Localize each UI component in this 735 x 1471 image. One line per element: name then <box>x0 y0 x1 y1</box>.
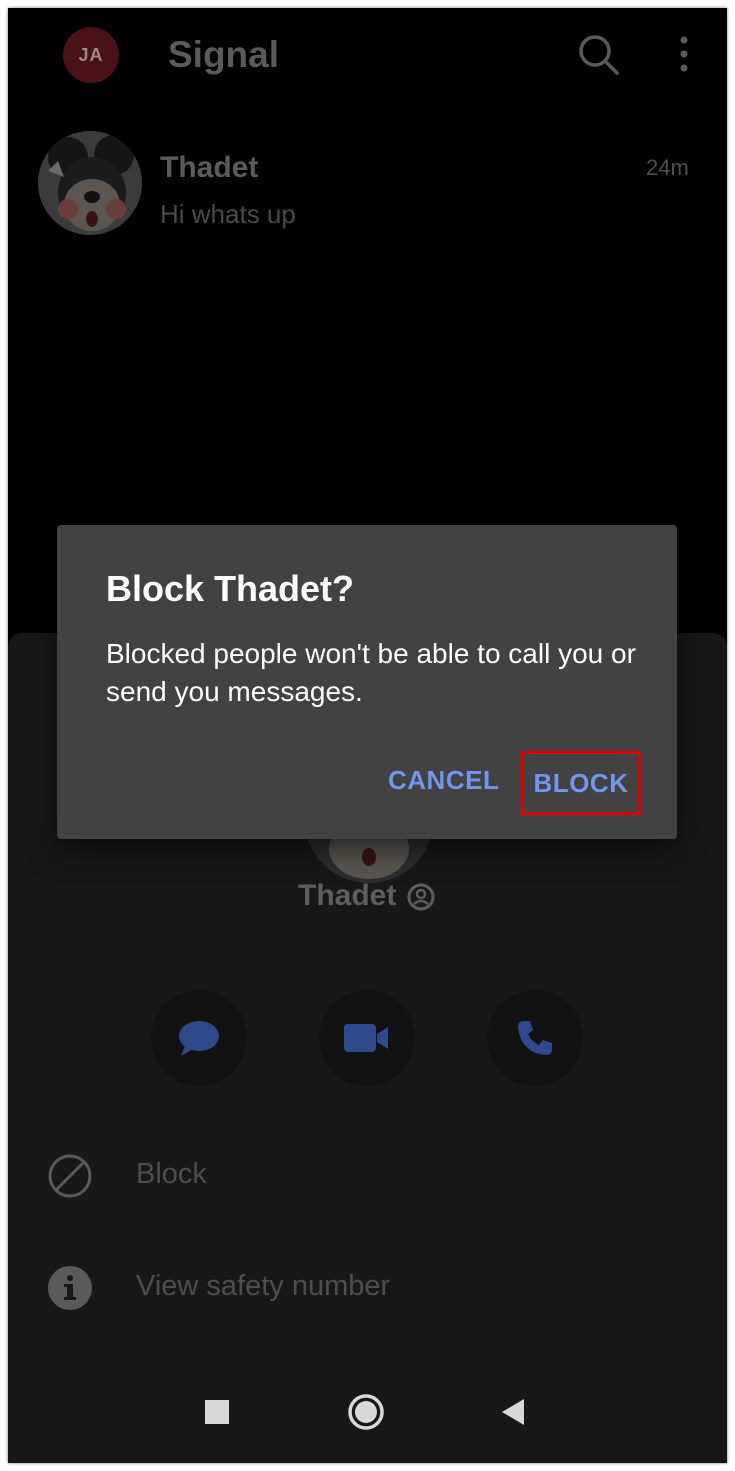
block-menu-item[interactable]: Block <box>8 1136 727 1216</box>
app-bar: JA Signal <box>8 8 727 108</box>
search-button[interactable] <box>574 30 622 78</box>
cancel-button[interactable]: CANCEL <box>388 765 499 796</box>
info-icon <box>46 1264 94 1312</box>
my-avatar[interactable]: JA <box>63 27 119 83</box>
square-icon <box>205 1400 229 1424</box>
back-button[interactable] <box>492 1390 536 1434</box>
phone-icon <box>518 1021 552 1055</box>
phone-screen: JA Signal Thadet Hi whats up 24m Thadet … <box>8 8 727 1463</box>
conversation-snippet: Hi whats up <box>160 199 296 229</box>
more-vert-icon <box>680 36 688 72</box>
home-circle-icon <box>348 1394 384 1430</box>
app-title: Signal <box>168 34 280 75</box>
message-icon <box>179 1021 219 1056</box>
video-call-button[interactable] <box>319 990 415 1086</box>
dialog-title: Block Thadet? <box>106 568 355 609</box>
conversation-name: Thadet <box>160 151 259 184</box>
dialog-message: Blocked people won't be able to call you… <box>106 638 636 707</box>
contact-avatar[interactable] <box>38 131 142 235</box>
sheet-contact-name: Thadet <box>298 879 397 912</box>
profile-at-icon <box>406 882 436 912</box>
voice-call-button[interactable] <box>487 990 583 1086</box>
video-call-icon <box>344 1024 388 1052</box>
menu-label: Block <box>136 1158 207 1190</box>
back-triangle-icon <box>502 1399 524 1425</box>
recents-button[interactable] <box>195 1390 239 1434</box>
menu-label: View safety number <box>136 1270 391 1302</box>
cartoon-avatar-icon <box>38 131 142 235</box>
message-button[interactable] <box>151 990 247 1086</box>
more-options-button[interactable] <box>664 30 704 78</box>
home-button[interactable] <box>344 1390 388 1434</box>
conversation-list-item[interactable]: Thadet Hi whats up 24m <box>8 123 727 235</box>
search-icon <box>579 35 619 75</box>
system-nav-bar <box>8 1370 727 1460</box>
block-icon <box>46 1152 94 1200</box>
block-confirmation-dialog: Block Thadet? Blocked people won't be ab… <box>57 525 677 839</box>
conversation-time: 24m <box>646 155 689 180</box>
view-safety-number-menu-item[interactable]: View safety number <box>8 1248 727 1328</box>
block-button[interactable]: BLOCK <box>521 751 641 815</box>
